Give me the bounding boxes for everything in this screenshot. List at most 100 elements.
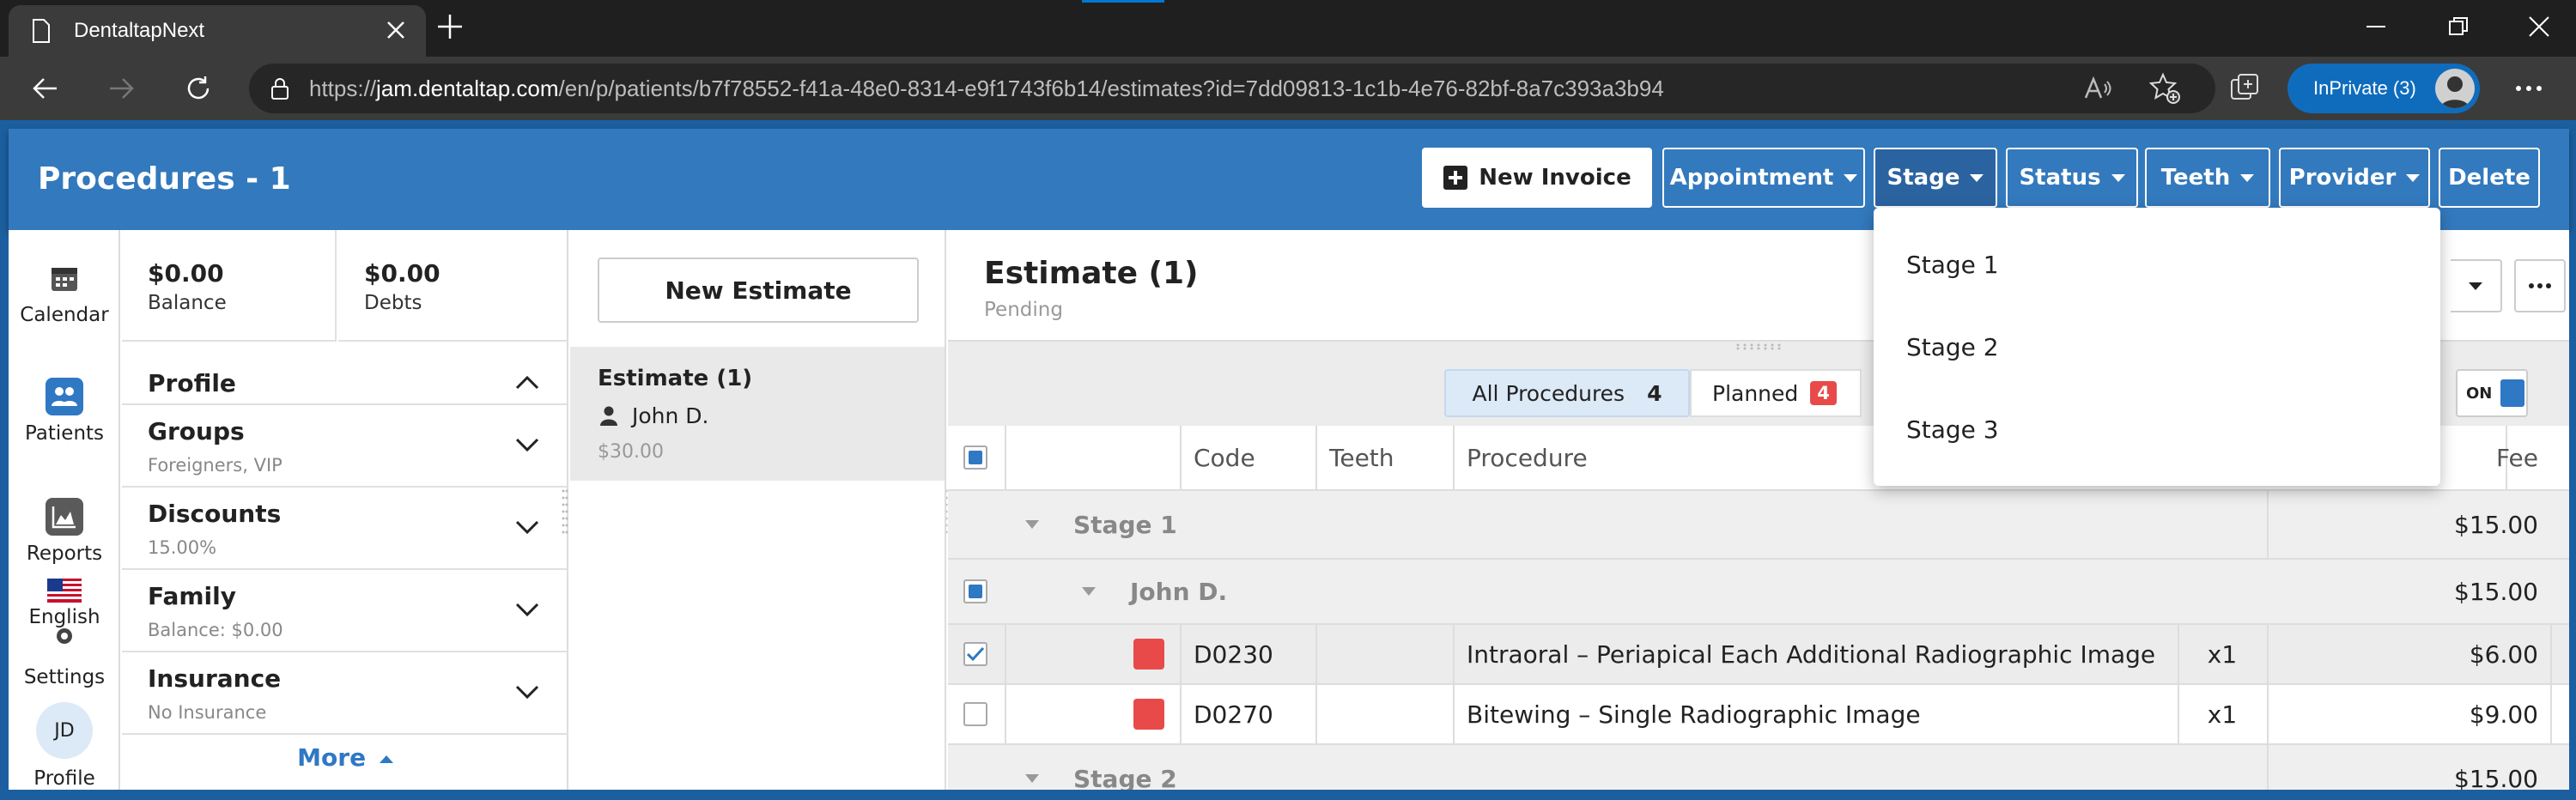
chevron-down-icon[interactable] — [515, 685, 539, 700]
back-icon[interactable] — [31, 74, 60, 103]
read-aloud-icon[interactable] — [2083, 74, 2112, 103]
restore-icon[interactable] — [2445, 14, 2471, 39]
family-section[interactable]: Family Balance: $0.00 — [122, 570, 568, 652]
estimate-card[interactable]: Estimate (1) John D. $30.00 — [570, 347, 945, 481]
stage-2-total: $15.00 — [2454, 764, 2538, 791]
collapse-caret-icon[interactable] — [1025, 774, 1039, 783]
forward-icon[interactable] — [106, 74, 136, 103]
more-menu-icon[interactable] — [2514, 76, 2543, 101]
page-title: Procedures - 1 — [38, 161, 291, 197]
status-button[interactable]: Status — [2006, 148, 2138, 208]
more-label: More — [297, 743, 367, 772]
chevron-down-icon — [1844, 173, 1858, 182]
row-checkbox[interactable] — [963, 685, 991, 743]
settings-gear-icon — [53, 625, 76, 647]
new-invoice-button[interactable]: New Invoice — [1422, 148, 1652, 208]
delete-button[interactable]: Delete — [2439, 148, 2540, 208]
delete-label: Delete — [2448, 165, 2530, 191]
appointment-button[interactable]: Appointment — [1662, 148, 1865, 208]
url-field[interactable]: https://jam.dentaltap.com/en/p/patients/… — [249, 64, 2215, 113]
stage-group-row[interactable]: Stage 1 $15.00 — [948, 491, 2569, 560]
filter-planned-label: Planned — [1712, 380, 1799, 406]
discounts-section[interactable]: Discounts 15.00% — [122, 488, 568, 570]
stage-option-3[interactable]: Stage 3 — [1906, 415, 1999, 444]
nav-calendar[interactable]: Calendar — [9, 259, 120, 326]
filter-planned[interactable]: Planned 4 — [1690, 369, 1862, 417]
user-icon — [599, 405, 618, 426]
estimate-actions-dropdown[interactable] — [2451, 259, 2502, 312]
procedure-name: Bitewing – Single Radiographic Image — [1467, 700, 1921, 729]
close-window-icon[interactable] — [2526, 14, 2552, 39]
favorite-add-icon[interactable] — [2148, 72, 2181, 105]
nav-language[interactable]: English — [9, 579, 120, 628]
new-invoice-label: New Invoice — [1479, 165, 1631, 191]
collapse-caret-icon[interactable] — [1082, 587, 1096, 596]
insurance-section[interactable]: Insurance No Insurance — [122, 652, 568, 735]
table-row[interactable]: D0270 Bitewing – Single Radiographic Ima… — [948, 685, 2569, 745]
chevron-up-icon[interactable] — [515, 374, 539, 390]
chevron-down-icon — [2111, 173, 2125, 182]
more-button[interactable]: More — [122, 743, 568, 772]
new-estimate-button[interactable]: New Estimate — [598, 258, 919, 323]
insurance-label: Insurance — [148, 664, 282, 693]
groups-section[interactable]: Groups Foreigners, VIP — [122, 405, 568, 488]
nav-reports-label: Reports — [26, 542, 103, 565]
avatar: JD — [36, 702, 93, 759]
teeth-label: Teeth — [2160, 165, 2231, 191]
column-procedure[interactable]: Procedure — [1467, 426, 1588, 489]
column-fee[interactable]: Fee — [2485, 426, 2538, 489]
select-all-checkbox[interactable] — [963, 426, 991, 489]
tab-accent-line — [1082, 0, 1164, 3]
lock-icon[interactable] — [270, 76, 290, 100]
debts-box: $0.00 Debts — [338, 230, 568, 342]
row-checkbox[interactable] — [963, 625, 991, 683]
stage-dropdown-menu: Stage 1 Stage 2 Stage 3 — [1874, 208, 2440, 486]
nav-calendar-label: Calendar — [20, 304, 109, 326]
toggle-switch[interactable]: ON — [2456, 369, 2528, 417]
patient-profile-panel: $0.00 Balance $0.00 Debts Profile Groups… — [122, 230, 568, 790]
provider-label: Provider — [2288, 165, 2397, 191]
provider-button[interactable]: Provider — [2279, 148, 2430, 208]
new-tab-icon[interactable] — [435, 12, 465, 41]
page-icon — [31, 19, 52, 43]
drag-handle-icon[interactable] — [1735, 343, 1786, 350]
stage-option-2[interactable]: Stage 2 — [1906, 333, 1999, 361]
collapse-caret-icon[interactable] — [1025, 520, 1039, 529]
profile-section-header[interactable]: Profile — [122, 359, 568, 405]
stage-button[interactable]: Stage — [1874, 148, 1997, 208]
chevron-down-icon — [2406, 173, 2421, 182]
left-nav: Calendar Patients Reports English Settin… — [9, 230, 120, 790]
nav-patients[interactable]: Patients — [9, 378, 120, 445]
patient-group-checkbox[interactable] — [963, 560, 991, 623]
refresh-icon[interactable] — [184, 74, 213, 103]
inprivate-button[interactable]: InPrivate (3) — [2287, 64, 2480, 113]
collections-icon[interactable] — [2229, 72, 2262, 105]
discounts-value: 15.00% — [148, 537, 217, 558]
chevron-down-icon[interactable] — [515, 520, 539, 536]
procedure-code: D0270 — [1194, 700, 1273, 729]
column-teeth[interactable]: Teeth — [1329, 426, 1394, 489]
stage-option-1[interactable]: Stage 1 — [1906, 251, 1999, 279]
reports-icon — [46, 498, 83, 536]
filter-all-procedures[interactable]: All Procedures 4 — [1444, 369, 1690, 417]
toggle-knob — [2500, 379, 2525, 407]
address-bar-row: https://jam.dentaltap.com/en/p/patients/… — [0, 57, 2576, 120]
browser-tab[interactable]: DentaltapNext — [9, 5, 426, 57]
nav-settings[interactable]: Settings — [9, 666, 120, 688]
family-value: Balance: $0.00 — [148, 620, 283, 640]
table-row[interactable]: D0230 Intraoral – Periapical Each Additi… — [948, 625, 2569, 685]
patient-group-row[interactable]: John D. $15.00 — [948, 560, 2569, 625]
family-label: Family — [148, 582, 237, 610]
chevron-down-icon[interactable] — [515, 438, 539, 453]
status-label: Status — [2019, 165, 2101, 191]
column-code[interactable]: Code — [1194, 426, 1255, 489]
teeth-button[interactable]: Teeth — [2145, 148, 2270, 208]
nav-reports[interactable]: Reports — [9, 498, 120, 565]
chevron-down-icon[interactable] — [515, 603, 539, 618]
nav-profile[interactable]: JD Profile — [9, 702, 120, 790]
stage-group-row[interactable]: Stage 2 $15.00 — [948, 745, 2569, 790]
resize-handle[interactable] — [562, 488, 568, 537]
estimate-more-button[interactable] — [2514, 259, 2566, 312]
close-tab-icon[interactable] — [385, 19, 407, 41]
minimize-icon[interactable] — [2363, 14, 2389, 39]
